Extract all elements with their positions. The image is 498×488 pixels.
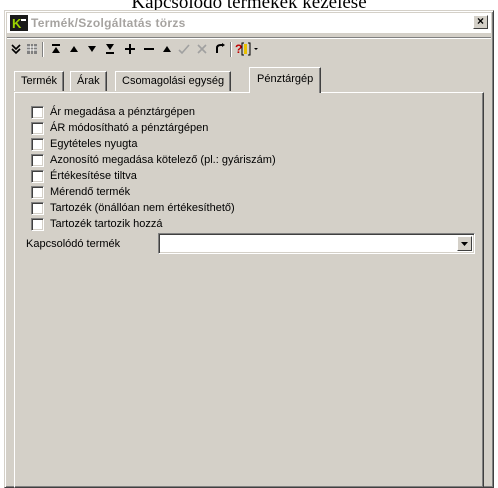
tab-strip: Termék Árak Csomagolási egység Pénztárgé…	[14, 67, 485, 93]
option-label: Ár megadása a pénztárgépen	[50, 106, 195, 118]
checkbox[interactable]	[31, 121, 44, 135]
tab-prices[interactable]: Árak	[70, 71, 107, 91]
checkbox[interactable]	[31, 217, 44, 231]
option-accessory[interactable]: Tartozék (önállóan nem értékesíthető)	[31, 200, 235, 216]
toolbar-separator	[230, 42, 232, 57]
dropdown-arrow-icon[interactable]	[457, 236, 472, 251]
option-label: Egytételes nyugta	[50, 138, 138, 150]
tab-product[interactable]: Termék	[14, 71, 65, 91]
option-label: Értékesítése tiltva	[50, 170, 137, 182]
navigator-toolbar: ?	[7, 37, 491, 60]
checkbox[interactable]	[31, 185, 44, 199]
option-price-at-register[interactable]: Ár megadása a pénztárgépen	[31, 104, 195, 120]
title-bar[interactable]: K Termék/Szolgáltatás törzs ×	[7, 13, 491, 34]
toolbar-separator	[42, 42, 44, 57]
next-record-icon[interactable]	[83, 39, 101, 59]
checkbox[interactable]	[31, 169, 44, 183]
app-logo-icon: K	[10, 15, 28, 31]
option-price-modifiable[interactable]: ÁR módosítható a pénztárgépen	[31, 120, 208, 136]
checkbox[interactable]	[31, 153, 44, 167]
post-edit-icon[interactable]	[175, 39, 193, 59]
grid-icon[interactable]	[23, 39, 41, 59]
svg-text:K: K	[12, 16, 22, 31]
edit-record-icon[interactable]	[158, 39, 176, 59]
option-label: Azonosító megadása kötelező (pl.: gyáris…	[50, 154, 276, 166]
tab-cash-register[interactable]: Pénztárgép	[249, 67, 322, 93]
option-id-required[interactable]: Azonosító megadása kötelező (pl.: gyáris…	[31, 152, 276, 168]
insert-record-icon[interactable]	[121, 39, 139, 59]
cash-register-panel: Ár megadása a pénztárgépen ÁR módosíthat…	[14, 92, 484, 488]
product-master-window: K Termék/Szolgáltatás törzs × ? Termék Á…	[4, 10, 494, 488]
close-button[interactable]: ×	[473, 15, 488, 29]
option-label: Mérendő termék	[50, 186, 131, 198]
svg-text:?: ?	[235, 42, 242, 56]
option-label: Tartozék (önállóan nem értékesíthető)	[50, 202, 235, 214]
checkbox[interactable]	[31, 201, 44, 215]
option-weighed-product[interactable]: Mérendő termék	[31, 184, 130, 200]
option-sale-disabled[interactable]: Értékesítése tiltva	[31, 168, 137, 184]
window-title: Termék/Szolgáltatás törzs	[31, 16, 186, 30]
delete-record-icon[interactable]	[140, 39, 158, 59]
tab-packaging-unit[interactable]: Csomagolási egység	[115, 71, 232, 91]
last-record-icon[interactable]	[101, 39, 119, 59]
option-single-item-receipt[interactable]: Egytételes nyugta	[31, 136, 137, 152]
checkbox[interactable]	[31, 137, 44, 151]
checkbox[interactable]	[31, 105, 44, 119]
prior-record-icon[interactable]	[65, 39, 83, 59]
related-product-label: Kapcsolódó termék	[26, 238, 121, 250]
filter-icon[interactable]: ?	[235, 39, 261, 59]
option-label: ÁR módosítható a pénztárgépen	[50, 122, 209, 134]
related-product-select[interactable]	[158, 233, 475, 254]
refresh-icon[interactable]	[211, 39, 229, 59]
cancel-edit-icon[interactable]	[193, 39, 211, 59]
option-has-accessory[interactable]: Tartozék tartozik hozzá	[31, 216, 163, 232]
first-record-icon[interactable]	[47, 39, 65, 59]
option-label: Tartozék tartozik hozzá	[50, 218, 163, 230]
